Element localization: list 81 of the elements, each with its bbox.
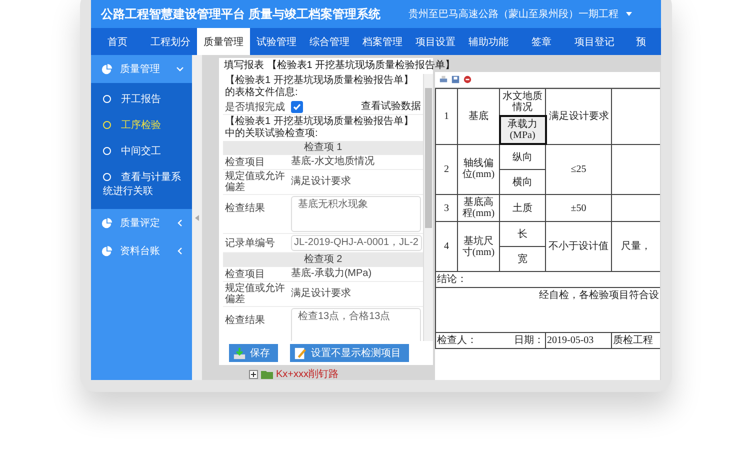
table-cell: 4 — [436, 222, 458, 272]
field-value: 基底-水文地质情况 — [291, 156, 374, 168]
conclusion-text: 经自检，各检验项目符合设 — [539, 290, 659, 301]
section-heading: 【检验表1 开挖基坑现场质量检验报告单】的表格文件信息: — [224, 74, 414, 100]
nav-tab[interactable]: 综合管理 — [303, 28, 356, 55]
table-cell: 基底高程(mm) — [458, 194, 500, 222]
inspector-label: 检查人： — [437, 335, 477, 346]
field-value: 满足设计要求 — [291, 288, 351, 300]
field-label: 记录单编号 — [224, 236, 276, 250]
complete-checkbox[interactable] — [291, 101, 303, 113]
pencil-icon — [294, 346, 307, 360]
nav-tab[interactable]: 工程划分 — [144, 28, 197, 55]
check-item-heading: 检查项 1 — [223, 141, 423, 155]
table-cell[interactable]: 长 — [500, 222, 546, 246]
check-item-heading: 检查项 2 — [223, 253, 423, 267]
sidebar-item[interactable]: 查看与计量系统进行关联 — [91, 165, 192, 205]
save-icon[interactable] — [451, 75, 460, 84]
chevron-icon — [176, 247, 184, 255]
date-label: 日期： — [514, 335, 544, 346]
table-cell: 轴线偏位(mm) — [458, 144, 500, 194]
table-cell: 不小于设计值 — [546, 222, 612, 272]
expand-icon[interactable] — [249, 370, 258, 378]
chevron-icon — [176, 65, 184, 73]
conclusion-label: 结论： — [437, 274, 467, 285]
table-cell[interactable]: 纵向 — [500, 144, 546, 170]
app-title: 公路工程智慧建设管理平台 质量与竣工档案管理系统 — [101, 6, 380, 22]
settings-button[interactable]: 设置不显示检测项目 — [290, 344, 409, 362]
sidebar-item[interactable]: 中间交工 — [91, 139, 192, 165]
section-heading: 【检验表1 开挖基坑现场质量检验报告单】中的关联试验检查项: — [224, 115, 414, 141]
nav-tab[interactable]: 首页 — [91, 28, 144, 55]
nav-tab[interactable]: 项目设置 — [409, 28, 462, 55]
pie-chart-icon — [101, 246, 112, 256]
nav-tab[interactable]: 档案管理 — [356, 28, 409, 55]
nav-tab[interactable]: 试验管理 — [250, 28, 303, 55]
table-cell: 基坑尺寸(mm) — [458, 222, 500, 272]
field-label: 规定值或允许偏差 — [224, 282, 286, 306]
record-number-field[interactable]: JL-2019-QHJ-A-0001，JL-2 — [291, 235, 422, 251]
download-icon — [233, 346, 246, 360]
scrollbar[interactable] — [423, 74, 433, 341]
table-cell: 1 — [436, 88, 458, 144]
sidebar-item[interactable]: 工序检验 — [91, 113, 192, 139]
table-cell[interactable]: 土质 — [500, 194, 546, 222]
folder-icon — [261, 369, 273, 379]
close-icon[interactable] — [463, 75, 472, 84]
sidebar-item[interactable]: 开工报告 — [91, 87, 192, 113]
project-selector[interactable]: 贵州至巴马高速公路（蒙山至泉州段）一期工程 — [408, 7, 618, 21]
table-cell: 尺量， — [621, 241, 651, 252]
pie-chart-icon — [101, 218, 112, 228]
tree-item[interactable]: Kx+xxx削钉路 — [276, 367, 339, 380]
field-label: 检查项目 — [224, 156, 266, 169]
field-label: 是否填报完成 — [224, 100, 286, 114]
printer-icon[interactable] — [439, 75, 448, 84]
collapse-handle-icon[interactable] — [195, 214, 199, 220]
nav-tab[interactable]: 辅助功能 — [462, 28, 515, 55]
nav-tab[interactable]: 预 — [621, 28, 661, 55]
save-button[interactable]: 保存 — [229, 344, 278, 362]
chevron-icon — [176, 219, 184, 227]
nav-tab[interactable]: 签章 — [515, 28, 568, 55]
nav-tab[interactable]: 项目登记 — [568, 28, 621, 55]
date-value: 2019-05-03 — [547, 335, 594, 346]
result-textarea[interactable]: 基底无积水现象 — [291, 196, 421, 232]
caret-icon[interactable] — [626, 12, 632, 16]
table-cell: 3 — [436, 194, 458, 222]
sidebar-group[interactable]: 质量管理 — [91, 55, 192, 83]
nav-tab[interactable]: 质量管理 — [197, 28, 250, 55]
view-test-data-link[interactable]: 查看试验数据 — [361, 101, 421, 113]
field-value: 基底-承载力(MPa) — [291, 268, 372, 280]
table-cell: ±50 — [546, 194, 612, 222]
sidebar-group[interactable]: 资料台账 — [91, 237, 192, 265]
table-cell[interactable]: 承载力(MPa) — [500, 116, 546, 144]
table-cell: ≤25 — [546, 144, 612, 194]
table-cell: 2 — [436, 144, 458, 194]
field-label: 规定值或允许偏差 — [224, 170, 286, 194]
form-title: 填写报表 【检验表1 开挖基坑现场质量检验报告单】 — [224, 60, 456, 72]
engineer-label: 质检工程 — [613, 335, 653, 346]
sidebar-group[interactable]: 质量评定 — [91, 209, 192, 237]
field-value: 满足设计要求 — [291, 176, 351, 188]
field-label: 检查结果 — [224, 314, 266, 328]
field-label: 检查结果 — [224, 202, 266, 216]
pie-chart-icon — [101, 64, 112, 74]
field-label: 检查项目 — [224, 268, 266, 281]
